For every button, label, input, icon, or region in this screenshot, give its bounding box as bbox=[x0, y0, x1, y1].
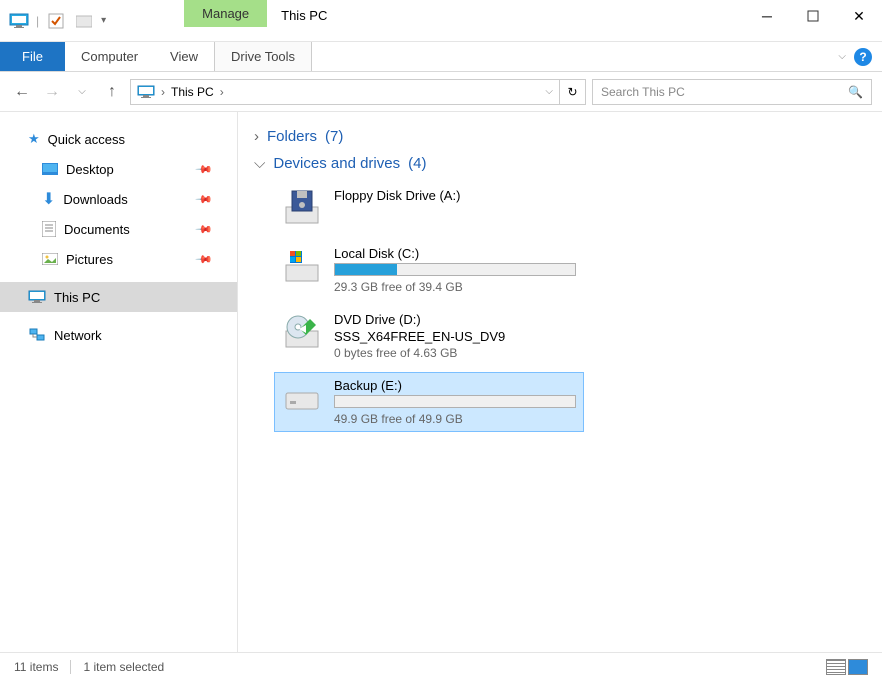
titlebar: | ▾ Manage This PC ─ ✕ bbox=[0, 0, 882, 42]
help-icon[interactable]: ? bbox=[854, 48, 872, 66]
pin-icon: 📌 bbox=[195, 190, 214, 209]
tab-view[interactable]: View bbox=[154, 42, 214, 71]
recent-dropdown-icon[interactable]: ⌵ bbox=[70, 80, 94, 104]
file-tab[interactable]: File bbox=[0, 42, 65, 71]
contextual-tab-label[interactable]: Manage bbox=[184, 0, 267, 27]
sidebar-quick-access[interactable]: ★ Quick access bbox=[0, 124, 237, 154]
sidebar-item-pictures[interactable]: Pictures📌 bbox=[0, 244, 237, 274]
floppy-drive-icon bbox=[282, 188, 322, 228]
local-disk-icon bbox=[282, 246, 322, 286]
usage-bar bbox=[334, 263, 576, 276]
sidebar-network[interactable]: Network bbox=[0, 320, 237, 350]
sidebar-item-desktop[interactable]: Desktop📌 bbox=[0, 154, 237, 184]
backup-drive-icon bbox=[282, 378, 322, 418]
group-drives[interactable]: ⌵ Devices and drives (4) bbox=[254, 155, 866, 172]
new-folder-icon[interactable] bbox=[73, 10, 95, 32]
chevron-down-icon: ⌵ bbox=[254, 155, 265, 172]
thispc-icon bbox=[28, 290, 46, 304]
desktop-icon bbox=[42, 163, 58, 175]
selection-count: 1 item selected bbox=[83, 660, 164, 674]
navigation-pane: ★ Quick access Desktop📌 ⬇ Downloads📌 Doc… bbox=[0, 112, 238, 652]
ribbon-expand-icon[interactable]: ⌵ bbox=[838, 51, 846, 62]
drive-free-text: 0 bytes free of 4.63 GB bbox=[334, 346, 576, 360]
up-button[interactable]: ↑ bbox=[100, 80, 124, 104]
chevron-right-icon: › bbox=[254, 128, 259, 145]
item-count: 11 items bbox=[14, 660, 58, 674]
refresh-button[interactable]: ↻ bbox=[560, 79, 586, 105]
drive-item[interactable]: Floppy Disk Drive (A:) bbox=[274, 182, 584, 234]
back-button[interactable]: ← bbox=[10, 80, 34, 104]
tab-computer[interactable]: Computer bbox=[65, 42, 154, 71]
drive-item[interactable]: DVD Drive (D:) SSS_X64FREE_EN-US_DV9 0 b… bbox=[274, 306, 584, 366]
pin-icon: 📌 bbox=[195, 160, 214, 179]
breadcrumb-chevron[interactable]: › bbox=[220, 85, 224, 99]
drive-sublabel: SSS_X64FREE_EN-US_DV9 bbox=[334, 329, 576, 344]
details-view-button[interactable] bbox=[826, 659, 846, 675]
drive-item[interactable]: Local Disk (C:) 29.3 GB free of 39.4 GB bbox=[274, 240, 584, 300]
forward-button[interactable]: → bbox=[40, 80, 64, 104]
thispc-icon bbox=[137, 85, 155, 99]
content-pane: › Folders (7) ⌵ Devices and drives (4) F… bbox=[238, 112, 882, 652]
qa-dropdown-icon[interactable]: ▾ bbox=[101, 15, 106, 26]
sidebar-this-pc[interactable]: This PC bbox=[0, 282, 237, 312]
properties-icon[interactable] bbox=[45, 10, 67, 32]
drive-name: DVD Drive (D:) bbox=[334, 312, 576, 327]
drive-name: Backup (E:) bbox=[334, 378, 576, 393]
search-input[interactable]: Search This PC 🔍 bbox=[592, 79, 872, 105]
pictures-icon bbox=[42, 253, 58, 265]
drive-name: Floppy Disk Drive (A:) bbox=[334, 188, 576, 203]
pin-icon: 📌 bbox=[195, 250, 214, 269]
drive-item[interactable]: Backup (E:) 49.9 GB free of 49.9 GB bbox=[274, 372, 584, 432]
pin-icon: 📌 bbox=[195, 220, 214, 239]
sidebar-item-downloads[interactable]: ⬇ Downloads📌 bbox=[0, 184, 237, 214]
address-bar: ← → ⌵ ↑ › This PC › ⌵ ↻ Search This PC 🔍 bbox=[0, 72, 882, 112]
breadcrumb-chevron[interactable]: › bbox=[161, 85, 165, 99]
drive-free-text: 29.3 GB free of 39.4 GB bbox=[334, 280, 576, 294]
tab-drive-tools[interactable]: Drive Tools bbox=[214, 42, 312, 71]
ribbon: File Computer View Drive Tools ⌵ ? bbox=[0, 42, 882, 72]
status-bar: 11 items 1 item selected bbox=[0, 652, 882, 680]
large-icons-view-button[interactable] bbox=[848, 659, 868, 675]
thispc-icon bbox=[8, 10, 30, 32]
network-icon bbox=[28, 328, 46, 342]
usage-bar bbox=[334, 395, 576, 408]
search-icon: 🔍 bbox=[848, 85, 863, 99]
group-folders[interactable]: › Folders (7) bbox=[254, 128, 866, 145]
minimize-button[interactable]: ─ bbox=[744, 0, 790, 32]
window-title: This PC bbox=[267, 0, 341, 41]
documents-icon bbox=[42, 221, 56, 237]
breadcrumb-location[interactable]: This PC bbox=[171, 85, 214, 99]
address-field[interactable]: › This PC › ⌵ bbox=[130, 79, 560, 105]
close-button[interactable]: ✕ bbox=[836, 0, 882, 32]
drive-name: Local Disk (C:) bbox=[334, 246, 576, 261]
sidebar-item-documents[interactable]: Documents📌 bbox=[0, 214, 237, 244]
address-dropdown-icon[interactable]: ⌵ bbox=[545, 86, 553, 97]
star-icon: ★ bbox=[28, 131, 40, 147]
drive-free-text: 49.9 GB free of 49.9 GB bbox=[334, 412, 576, 426]
downloads-icon: ⬇ bbox=[42, 189, 55, 209]
quick-access-toolbar: | ▾ bbox=[0, 0, 114, 41]
maximize-button[interactable] bbox=[790, 0, 836, 32]
dvd-drive-icon bbox=[282, 312, 322, 352]
